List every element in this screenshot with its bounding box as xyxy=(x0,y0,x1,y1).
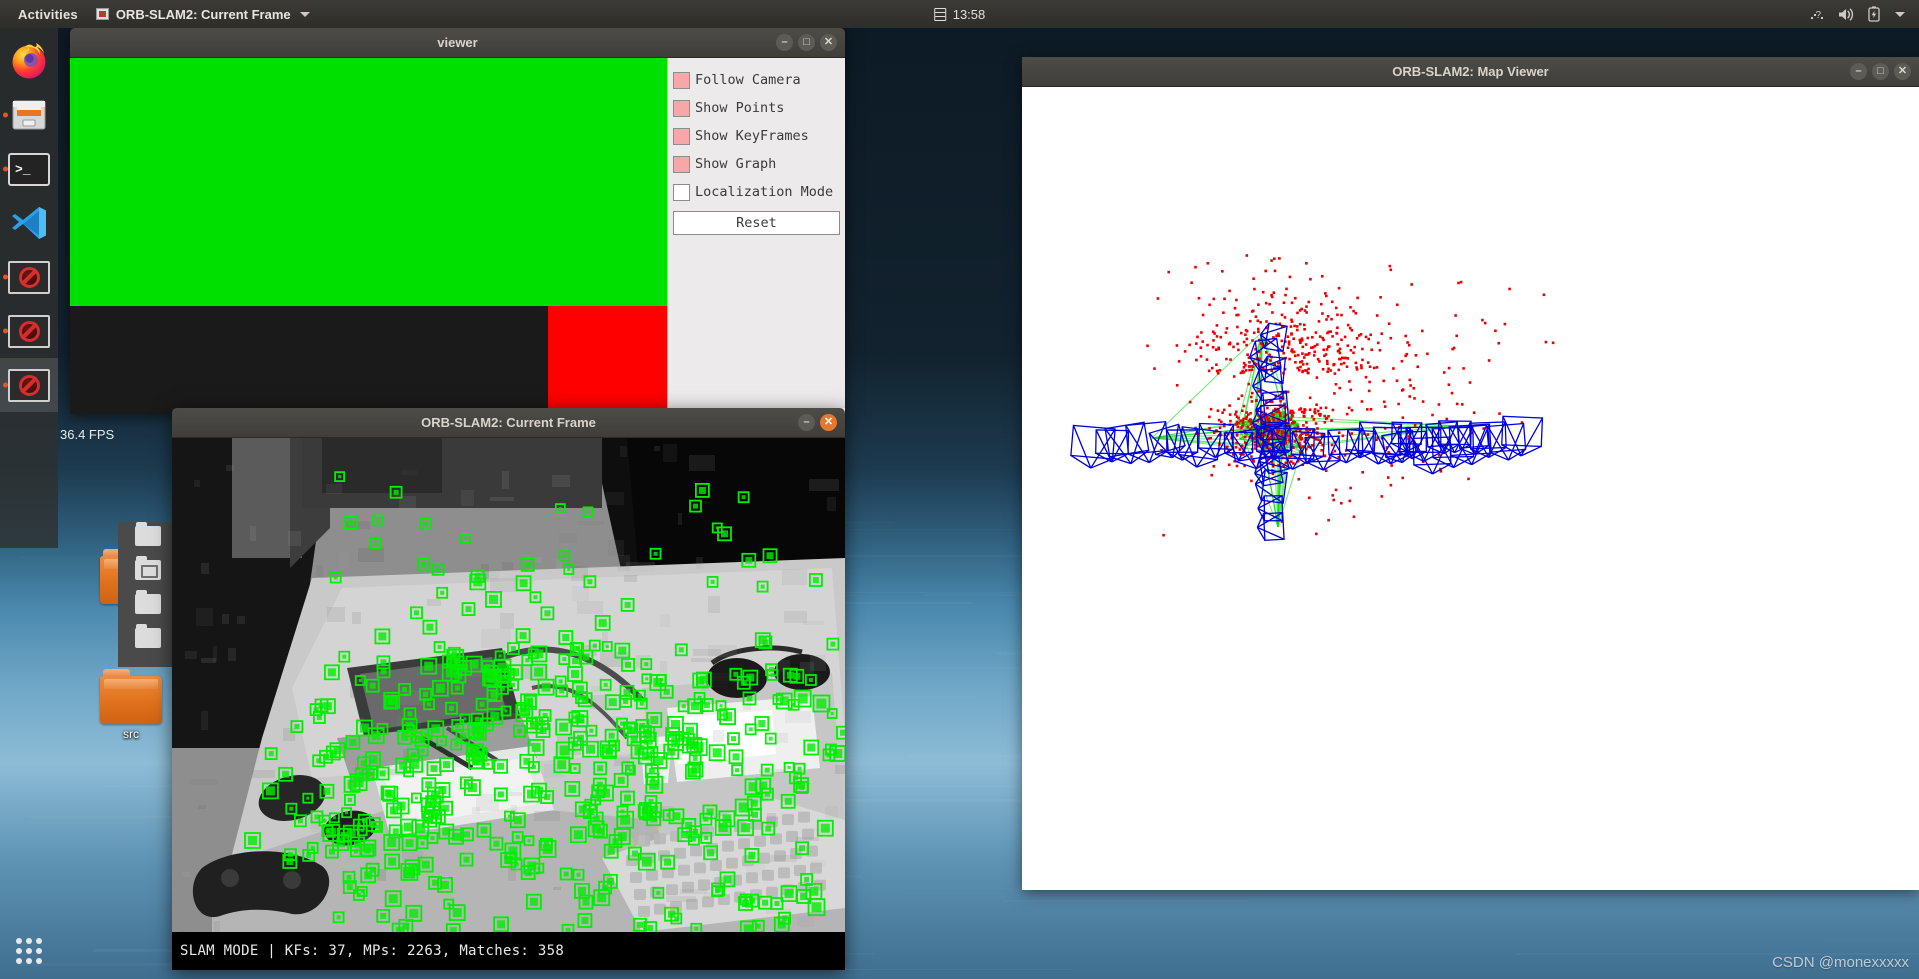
checkbox-label: Show KeyFrames xyxy=(695,128,809,144)
checkbox-show-graph[interactable]: Show Graph xyxy=(673,150,840,178)
folder-icon[interactable] xyxy=(135,522,161,546)
minimize-button[interactable]: – xyxy=(798,414,815,431)
folder-icon[interactable] xyxy=(135,624,161,648)
file-sidebar-overlay[interactable] xyxy=(118,522,178,667)
canvas-red-region xyxy=(548,306,667,414)
viewer-body: 36.4 FPS Follow Camera Show Points Show … xyxy=(60,58,845,442)
viewer-gl-canvas[interactable]: 36.4 FPS xyxy=(60,58,667,442)
clock-button[interactable]: 13:58 xyxy=(933,6,986,22)
current-frame-image xyxy=(172,438,845,932)
running-indicator xyxy=(3,328,8,334)
window-current-frame[interactable]: ORB-SLAM2: Current Frame – ✕ SLAM MODE |… xyxy=(172,408,845,970)
running-indicator xyxy=(3,382,8,388)
checkbox-label: Show Points xyxy=(695,100,785,116)
map-title-bar[interactable]: ORB-SLAM2: Map Viewer – □ ✕ xyxy=(1022,57,1919,87)
show-applications-button[interactable] xyxy=(0,922,58,979)
viewer-window-buttons[interactable]: – □ ✕ xyxy=(776,28,837,57)
system-tray[interactable]: ? xyxy=(1809,6,1911,22)
close-button[interactable]: ✕ xyxy=(820,34,837,51)
close-button[interactable]: ✕ xyxy=(1894,63,1911,80)
desktop-folder-src[interactable]: src xyxy=(88,669,174,741)
checkbox-label: Follow Camera xyxy=(695,72,801,88)
accessibility-icon[interactable]: ? xyxy=(1809,6,1825,22)
left-dock: >_ xyxy=(0,28,58,964)
running-indicator xyxy=(3,112,8,118)
battery-icon[interactable] xyxy=(1868,6,1880,22)
files-icon xyxy=(12,100,46,130)
checkbox-icon[interactable] xyxy=(673,99,690,117)
viewer-title-bar[interactable]: viewer – □ ✕ xyxy=(70,28,845,58)
blocked-app-icon xyxy=(8,314,50,348)
frame-title-label: ORB-SLAM2: Current Frame xyxy=(421,415,596,430)
frame-status-bar: SLAM MODE | KFs: 37, MPs: 2263, Matches:… xyxy=(172,932,845,970)
app-menu-button[interactable]: ORB-SLAM2: Current Frame xyxy=(88,7,318,22)
canvas-green-region xyxy=(70,58,667,306)
close-button[interactable]: ✕ xyxy=(820,414,837,431)
window-viewer[interactable]: viewer – □ ✕ 36.4 FPS Follow Camera Show… xyxy=(60,28,845,442)
maximize-button[interactable]: □ xyxy=(1872,63,1889,80)
checkbox-icon[interactable] xyxy=(673,127,690,145)
checkbox-show-points[interactable]: Show Points xyxy=(673,94,840,122)
checkbox-icon[interactable] xyxy=(673,71,690,89)
system-top-bar: Activities ORB-SLAM2: Current Frame 13:5… xyxy=(0,0,1919,28)
blocked-app-icon xyxy=(8,368,50,402)
viewer-control-panel[interactable]: Follow Camera Show Points Show KeyFrames… xyxy=(667,58,845,414)
window-map-viewer[interactable]: ORB-SLAM2: Map Viewer – □ ✕ xyxy=(1022,57,1919,890)
desktop-icon-label: src xyxy=(123,727,139,741)
app-menu-label: ORB-SLAM2: Current Frame xyxy=(115,6,291,22)
volume-icon[interactable] xyxy=(1838,7,1855,22)
dock-item-blocked-app-1[interactable] xyxy=(0,250,58,304)
checkbox-localization-mode[interactable]: Localization Mode xyxy=(673,178,840,206)
checkbox-follow-camera[interactable]: Follow Camera xyxy=(673,66,840,94)
folder-icon xyxy=(100,669,162,724)
fps-label: 36.4 FPS xyxy=(60,427,115,442)
minimize-button[interactable]: – xyxy=(776,34,793,51)
clock-label: 13:58 xyxy=(952,6,986,22)
network-folder-icon[interactable] xyxy=(135,556,161,580)
minimize-button[interactable]: – xyxy=(1850,63,1867,80)
checkbox-show-keyframes[interactable]: Show KeyFrames xyxy=(673,122,840,150)
maximize-button[interactable]: □ xyxy=(798,34,815,51)
frame-scene xyxy=(172,438,845,932)
dock-item-terminal[interactable]: >_ xyxy=(0,142,58,196)
dock-item-vscode[interactable] xyxy=(0,196,58,250)
frame-title-bar[interactable]: ORB-SLAM2: Current Frame – ✕ xyxy=(172,408,845,438)
folder-icon[interactable] xyxy=(135,590,161,614)
checkbox-label: Localization Mode xyxy=(695,184,834,200)
running-indicator xyxy=(3,274,8,280)
grid-icon xyxy=(16,938,42,964)
chevron-down-icon xyxy=(299,11,310,17)
watermark-label: CSDN @monexxxxx xyxy=(1772,954,1909,971)
running-indicator xyxy=(3,166,8,172)
checkbox-icon[interactable] xyxy=(673,183,690,201)
checkbox-label: Show Graph xyxy=(695,156,777,172)
dock-item-blocked-app-2[interactable] xyxy=(0,304,58,358)
map-window-buttons[interactable]: – □ ✕ xyxy=(1850,57,1911,86)
map-point-cloud xyxy=(1070,254,1555,541)
window-red-icon xyxy=(95,8,109,20)
blocked-app-icon xyxy=(8,260,50,294)
chevron-down-icon[interactable] xyxy=(1895,11,1905,17)
dock-item-files[interactable] xyxy=(0,88,58,142)
viewer-title-label: viewer xyxy=(437,35,478,50)
reset-button[interactable]: Reset xyxy=(673,211,840,235)
terminal-icon: >_ xyxy=(8,152,50,186)
activities-button[interactable]: Activities xyxy=(8,7,88,22)
dock-item-firefox[interactable] xyxy=(0,34,58,88)
svg-text:?: ? xyxy=(1816,10,1822,21)
map-title-label: ORB-SLAM2: Map Viewer xyxy=(1392,64,1549,79)
dock-item-blocked-app-3[interactable] xyxy=(0,358,58,412)
map-viewer-canvas[interactable] xyxy=(1022,87,1919,890)
firefox-icon xyxy=(12,43,46,79)
vscode-icon xyxy=(12,207,46,239)
calendar-icon xyxy=(933,7,946,21)
checkbox-icon[interactable] xyxy=(673,155,690,173)
frame-window-buttons[interactable]: – ✕ xyxy=(798,408,837,437)
map-points xyxy=(1146,254,1555,537)
